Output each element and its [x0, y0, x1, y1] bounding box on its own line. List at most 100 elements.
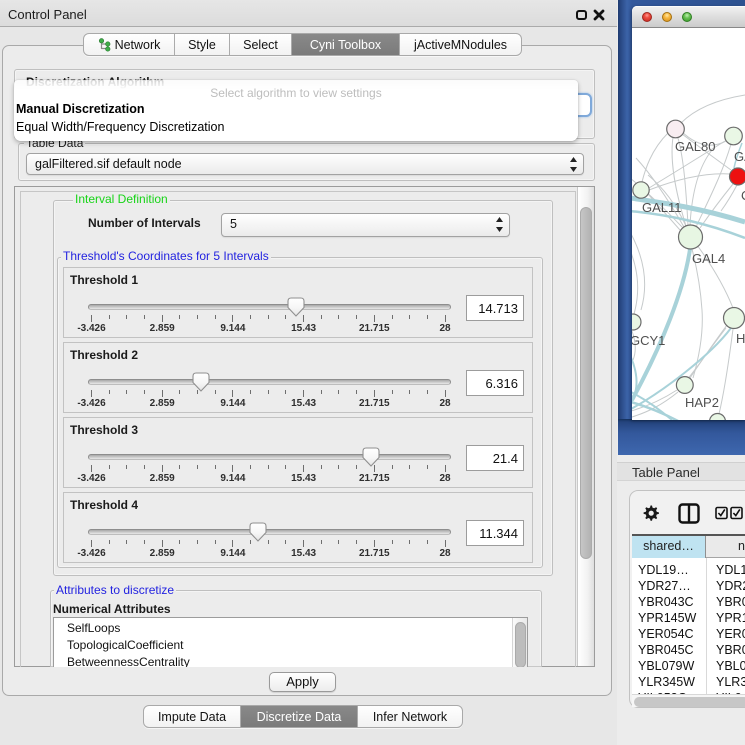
threshold-value-field[interactable]: 11.344	[466, 520, 524, 546]
slider-thumb[interactable]	[287, 297, 305, 317]
slider-track[interactable]	[88, 529, 451, 535]
slider-tick-label: 21.715	[344, 398, 404, 409]
slider-track[interactable]	[88, 379, 451, 385]
threshold-row: Threshold 3-3.4262.8599.14415.4321.71528…	[63, 417, 533, 488]
window-minimize-button[interactable]	[662, 12, 672, 22]
slider-tick-label: 2.859	[132, 473, 192, 484]
threshold-value-field[interactable]: 14.713	[466, 295, 524, 321]
cell-name[interactable]: YER0	[716, 627, 745, 641]
node-gal11[interactable]	[633, 182, 649, 198]
tab-jactivemnodules[interactable]: jActiveMNodules	[400, 34, 521, 55]
cell-name[interactable]: YBR0	[716, 643, 745, 657]
cell-shared-name[interactable]: YDL19…	[638, 563, 689, 577]
cell-shared-name[interactable]: YBL079W	[638, 659, 694, 673]
tab-impute-data[interactable]: Impute Data	[144, 706, 241, 727]
table-row[interactable]: YER054C YER0	[632, 627, 745, 644]
table-panel-titlebar[interactable]: Table Panel	[617, 462, 745, 481]
threshold-label: Threshold 2	[70, 348, 138, 362]
cell-name[interactable]: YLR3	[716, 675, 745, 689]
cell-name[interactable]: YPR1	[716, 611, 745, 625]
cell-shared-name[interactable]: YBR045C	[638, 643, 694, 657]
tab-cyni-toolbox[interactable]: Cyni Toolbox	[292, 34, 400, 55]
slider-ticks	[91, 315, 446, 323]
node-hap2[interactable]	[676, 377, 693, 394]
table-row[interactable]: YBR043C YBR0	[632, 595, 745, 612]
table-row[interactable]: YBR045C YBR0	[632, 643, 745, 660]
slider-track[interactable]	[88, 304, 451, 310]
cell-shared-name[interactable]: YDR27…	[638, 579, 691, 593]
slider-tick-label: 15.43	[274, 398, 334, 409]
table-row[interactable]: YLR345W YLR3	[632, 675, 745, 692]
cell-name[interactable]: YBR0	[716, 595, 745, 609]
cell-shared-name[interactable]: YBR043C	[638, 595, 694, 609]
list-item[interactable]: SelfLoops	[67, 621, 120, 635]
table-row[interactable]: YDL19… YDL1	[632, 563, 745, 580]
table-row[interactable]: YBL079W YBL0	[632, 659, 745, 676]
node-h[interactable]	[724, 308, 745, 329]
tab-select[interactable]: Select	[230, 34, 292, 55]
tab-style[interactable]: Style	[175, 34, 230, 55]
network-canvas[interactable]: GAL80 GA C GAL11 GAL4 GCY1 H HAP2	[632, 28, 745, 420]
table-horizontal-scrollbar-thumb[interactable]	[634, 697, 745, 707]
column-header-name[interactable]: na	[738, 539, 745, 553]
node-bottom[interactable]	[710, 414, 726, 421]
node-table[interactable]: shared… na YDL19…YDL1YDR27…YDR2YBR043CYB…	[632, 534, 745, 694]
list-item[interactable]: BetweennessCentrality	[67, 655, 190, 667]
tab-discretize-data[interactable]: Discretize Data	[241, 706, 358, 727]
attributes-list-scrollbar-thumb[interactable]	[515, 622, 526, 667]
checkboxes-icon[interactable]	[715, 506, 745, 520]
dropdown-item-manual-discretization[interactable]: Manual Discretization	[16, 102, 145, 116]
cell-name[interactable]: YBL0	[716, 659, 745, 673]
table-row[interactable]: YDR27… YDR2	[632, 579, 745, 596]
threshold-row: Threshold 1-3.4262.8599.14415.4321.71528…	[63, 267, 533, 338]
number-of-intervals-combobox[interactable]: 5	[221, 213, 510, 237]
slider-tick-label: 15.43	[274, 473, 334, 484]
slider-tick-label: 28	[415, 398, 475, 409]
slider-track[interactable]	[88, 454, 451, 460]
gear-icon[interactable]	[642, 505, 659, 522]
cell-shared-name[interactable]: YPR145W	[638, 611, 696, 625]
window-zoom-button[interactable]	[682, 12, 692, 22]
close-icon[interactable]	[593, 9, 605, 21]
cell-shared-name[interactable]: YLR345W	[638, 675, 695, 689]
table-data-combobox[interactable]: galFiltered.sif default node	[26, 153, 584, 175]
slider-thumb[interactable]	[249, 522, 267, 542]
settings-scrollbar-thumb[interactable]	[580, 207, 592, 559]
threshold-value-field[interactable]: 6.316	[466, 370, 524, 396]
control-panel-titlebar[interactable]: Control Panel	[0, 0, 617, 27]
cell-shared-name[interactable]: YER054C	[638, 627, 694, 641]
settings-scrollbar[interactable]	[577, 187, 594, 666]
table-horizontal-scrollbar[interactable]	[632, 694, 745, 707]
node-label: GAL4	[692, 251, 725, 266]
tab-style-label: Style	[188, 38, 216, 52]
window-close-button[interactable]	[642, 12, 652, 22]
columns-icon[interactable]	[678, 503, 700, 524]
slider-thumb[interactable]	[362, 447, 380, 467]
cell-name[interactable]: YDL1	[716, 563, 745, 577]
cell-name[interactable]: YDR2	[716, 579, 745, 593]
slider-tick-label: 21.715	[344, 473, 404, 484]
node-label: H	[736, 331, 745, 346]
node-gcy1[interactable]	[632, 314, 641, 330]
numerical-attributes-list[interactable]: SelfLoops TopologicalCoefficient Between…	[53, 617, 528, 667]
attributes-list-scrollbar[interactable]	[512, 618, 527, 667]
column-header-shared-name[interactable]: shared…	[632, 536, 706, 558]
dropdown-item-placeholder[interactable]: Select algorithm to view settings	[14, 86, 578, 100]
node-label: GCY1	[632, 333, 665, 348]
tab-network[interactable]: Network	[84, 34, 175, 55]
float-window-icon[interactable]	[576, 10, 587, 20]
node-gal4[interactable]	[679, 225, 703, 249]
threshold-value-field[interactable]: 21.4	[466, 445, 524, 471]
slider-thumb[interactable]	[192, 372, 210, 392]
table-row[interactable]: YPR145W YPR1	[632, 611, 745, 628]
apply-button[interactable]: Apply	[269, 672, 336, 692]
node-c-red[interactable]	[730, 168, 745, 185]
threshold-row: Threshold 2-3.4262.8599.14415.4321.71528…	[63, 342, 533, 413]
list-item[interactable]: TopologicalCoefficient	[67, 638, 184, 652]
network-nodes	[632, 120, 745, 420]
node-ga[interactable]	[725, 127, 743, 145]
tab-infer-network[interactable]: Infer Network	[358, 706, 462, 727]
node-gal80[interactable]	[667, 120, 685, 138]
dropdown-item-equal-width[interactable]: Equal Width/Frequency Discretization	[16, 120, 224, 134]
threshold-coordinates-group-title: Threshold's Coordinates for 5 Intervals	[61, 249, 271, 263]
